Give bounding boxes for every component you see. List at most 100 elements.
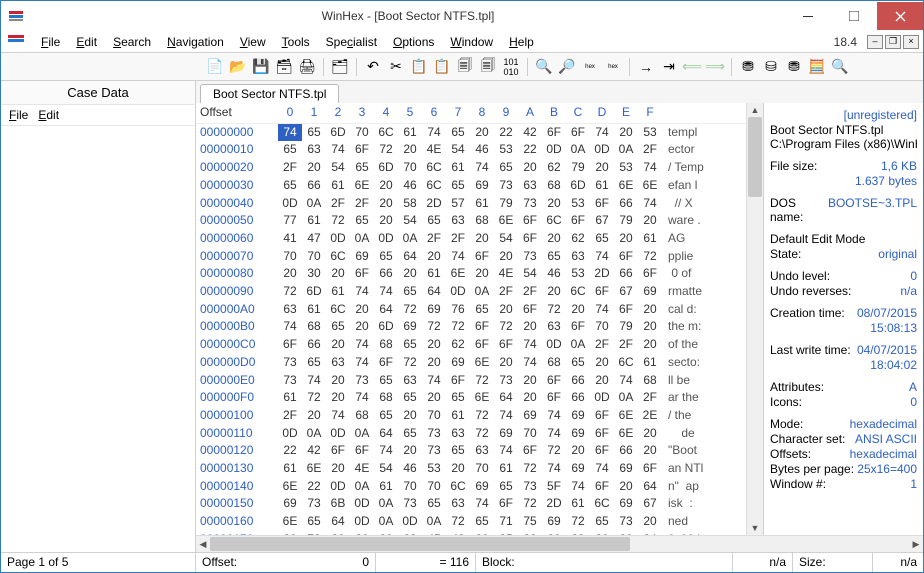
new-icon[interactable]: 📄 bbox=[205, 57, 225, 77]
byte-cell[interactable]: 30 bbox=[350, 531, 374, 535]
byte-cell[interactable]: 63 bbox=[446, 212, 470, 230]
byte-cell[interactable]: 42 bbox=[446, 531, 470, 535]
byte-cell[interactable]: 69 bbox=[566, 407, 590, 425]
byte-cell[interactable]: 20 bbox=[398, 265, 422, 283]
byte-cell[interactable]: 74 bbox=[326, 141, 350, 159]
byte-cell[interactable]: 0A bbox=[374, 513, 398, 531]
tab-file[interactable]: Boot Sector NTFS.tpl bbox=[200, 84, 339, 103]
byte-cell[interactable]: 74 bbox=[350, 354, 374, 372]
vertical-scrollbar[interactable]: ▲ ▼ bbox=[746, 103, 763, 535]
byte-cell[interactable]: 6C bbox=[590, 495, 614, 513]
byte-cell[interactable]: 2F bbox=[278, 407, 302, 425]
byte-cell[interactable]: 2F bbox=[350, 195, 374, 213]
byte-cell[interactable]: 54 bbox=[398, 212, 422, 230]
paste-block-icon[interactable]: 🗐 bbox=[478, 57, 498, 77]
byte-cell[interactable]: 30 bbox=[326, 531, 350, 535]
byte-cell[interactable]: 0D bbox=[278, 425, 302, 443]
byte-cell[interactable]: 74 bbox=[542, 425, 566, 443]
byte-cell[interactable]: 6E bbox=[302, 460, 326, 478]
byte-cell[interactable]: 22 bbox=[278, 442, 302, 460]
byte-cell[interactable]: 73 bbox=[278, 354, 302, 372]
byte-cell[interactable]: 0A bbox=[470, 283, 494, 301]
byte-cell[interactable]: 6F bbox=[518, 230, 542, 248]
byte-cell[interactable]: 6C bbox=[446, 478, 470, 496]
byte-cell[interactable]: 65 bbox=[590, 230, 614, 248]
byte-cell[interactable]: 74 bbox=[542, 460, 566, 478]
byte-cell[interactable]: 2F bbox=[278, 159, 302, 177]
byte-cell[interactable]: 74 bbox=[350, 283, 374, 301]
byte-cell[interactable]: 61 bbox=[446, 159, 470, 177]
byte-cell[interactable]: 42 bbox=[302, 442, 326, 460]
byte-cell[interactable]: 69 bbox=[614, 495, 638, 513]
byte-cell[interactable]: 6F bbox=[542, 124, 566, 142]
byte-cell[interactable]: 6E bbox=[638, 177, 662, 195]
case-tree[interactable] bbox=[1, 126, 195, 552]
byte-cell[interactable]: 74 bbox=[374, 283, 398, 301]
byte-cell[interactable]: 65 bbox=[374, 248, 398, 266]
byte-cell[interactable]: 6E bbox=[446, 265, 470, 283]
hex-view[interactable]: Offset 0123456789ABCDEF 0000000074656D70… bbox=[196, 103, 746, 535]
byte-cell[interactable]: 66 bbox=[614, 195, 638, 213]
byte-cell[interactable]: 20 bbox=[542, 283, 566, 301]
hex-row[interactable]: 000000507761726520546563686E6F6C6F677920… bbox=[196, 212, 746, 230]
byte-cell[interactable]: 20 bbox=[326, 265, 350, 283]
byte-cell[interactable]: 0D bbox=[350, 495, 374, 513]
ascii-cell[interactable]: rmatte bbox=[662, 283, 728, 301]
byte-cell[interactable]: 2F bbox=[422, 230, 446, 248]
minimize-button[interactable] bbox=[785, 2, 831, 30]
byte-cell[interactable]: 6E bbox=[278, 478, 302, 496]
hex-row[interactable]: 000000E0737420736563746F7273206F66207468… bbox=[196, 372, 746, 390]
ascii-cell[interactable]: / Temp bbox=[662, 159, 728, 177]
byte-cell[interactable]: 79 bbox=[614, 318, 638, 336]
byte-cell[interactable]: 73 bbox=[614, 513, 638, 531]
ascii-cell[interactable]: cal d: bbox=[662, 301, 728, 319]
byte-cell[interactable]: 72 bbox=[398, 301, 422, 319]
disk1-icon[interactable]: ⛃ bbox=[738, 57, 758, 77]
byte-cell[interactable]: 6D bbox=[302, 283, 326, 301]
goto-end-icon[interactable]: ⇥ bbox=[659, 57, 679, 77]
hex-row[interactable]: 000000A063616C206472697665206F7220746F20… bbox=[196, 301, 746, 319]
byte-cell[interactable]: 20 bbox=[590, 372, 614, 390]
byte-cell[interactable]: 69 bbox=[398, 318, 422, 336]
byte-cell[interactable]: 71 bbox=[494, 513, 518, 531]
byte-cell[interactable]: 74 bbox=[422, 372, 446, 390]
hex-row[interactable]: 00000090726D61747465640D0A2F2F206C6F6769… bbox=[196, 283, 746, 301]
byte-cell[interactable]: 0A bbox=[302, 425, 326, 443]
byte-cell[interactable]: 72 bbox=[374, 141, 398, 159]
byte-cell[interactable]: 74 bbox=[470, 495, 494, 513]
byte-cell[interactable]: 20 bbox=[518, 372, 542, 390]
byte-cell[interactable]: 70 bbox=[470, 460, 494, 478]
byte-cell[interactable]: 20 bbox=[638, 336, 662, 354]
find-hex-icon[interactable]: 🔎 bbox=[557, 57, 577, 77]
byte-cell[interactable]: 67 bbox=[590, 212, 614, 230]
byte-cell[interactable]: 61 bbox=[302, 212, 326, 230]
byte-cell[interactable]: 63 bbox=[566, 248, 590, 266]
byte-cell[interactable]: 0D bbox=[542, 141, 566, 159]
hex-row[interactable]: 000000202F2054656D706C617465206279205374… bbox=[196, 159, 746, 177]
byte-cell[interactable]: 0D bbox=[590, 141, 614, 159]
byte-cell[interactable]: 2D bbox=[542, 495, 566, 513]
byte-cell[interactable]: 2F bbox=[638, 141, 662, 159]
byte-cell[interactable]: 65 bbox=[278, 177, 302, 195]
byte-cell[interactable]: 39 bbox=[566, 531, 590, 535]
byte-cell[interactable]: 66 bbox=[566, 372, 590, 390]
byte-cell[interactable]: 6F bbox=[638, 460, 662, 478]
byte-cell[interactable]: 61 bbox=[638, 230, 662, 248]
scroll-left-icon[interactable]: ◀ bbox=[196, 539, 210, 550]
byte-cell[interactable]: 6E bbox=[614, 425, 638, 443]
byte-cell[interactable]: 65 bbox=[446, 177, 470, 195]
byte-cell[interactable]: 62 bbox=[446, 336, 470, 354]
ascii-cell[interactable]: de bbox=[662, 425, 728, 443]
byte-cell[interactable]: 72 bbox=[446, 318, 470, 336]
byte-cell[interactable]: 74 bbox=[566, 478, 590, 496]
byte-cell[interactable]: 0D bbox=[326, 478, 350, 496]
ascii-cell[interactable]: ar the bbox=[662, 389, 728, 407]
byte-cell[interactable]: 69 bbox=[470, 478, 494, 496]
ascii-cell[interactable]: "Boot bbox=[662, 442, 728, 460]
byte-cell[interactable]: 6E bbox=[470, 389, 494, 407]
byte-cell[interactable]: 74 bbox=[350, 336, 374, 354]
byte-cell[interactable]: 6F bbox=[470, 336, 494, 354]
byte-cell[interactable]: 67 bbox=[614, 283, 638, 301]
byte-cell[interactable]: 61 bbox=[422, 265, 446, 283]
byte-cell[interactable]: 6C bbox=[614, 354, 638, 372]
